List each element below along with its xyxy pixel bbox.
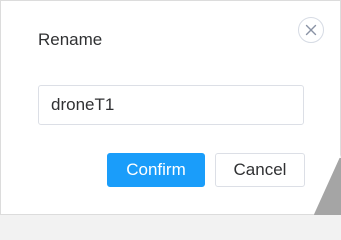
name-input[interactable] [38, 85, 304, 125]
screen: Rename Confirm Cancel [0, 0, 341, 215]
cancel-button[interactable]: Cancel [215, 153, 305, 187]
confirm-button[interactable]: Confirm [107, 153, 205, 187]
close-button[interactable] [298, 17, 324, 43]
rename-dialog: Rename Confirm Cancel [0, 0, 341, 215]
dialog-title: Rename [38, 30, 103, 49]
close-icon [305, 24, 317, 36]
